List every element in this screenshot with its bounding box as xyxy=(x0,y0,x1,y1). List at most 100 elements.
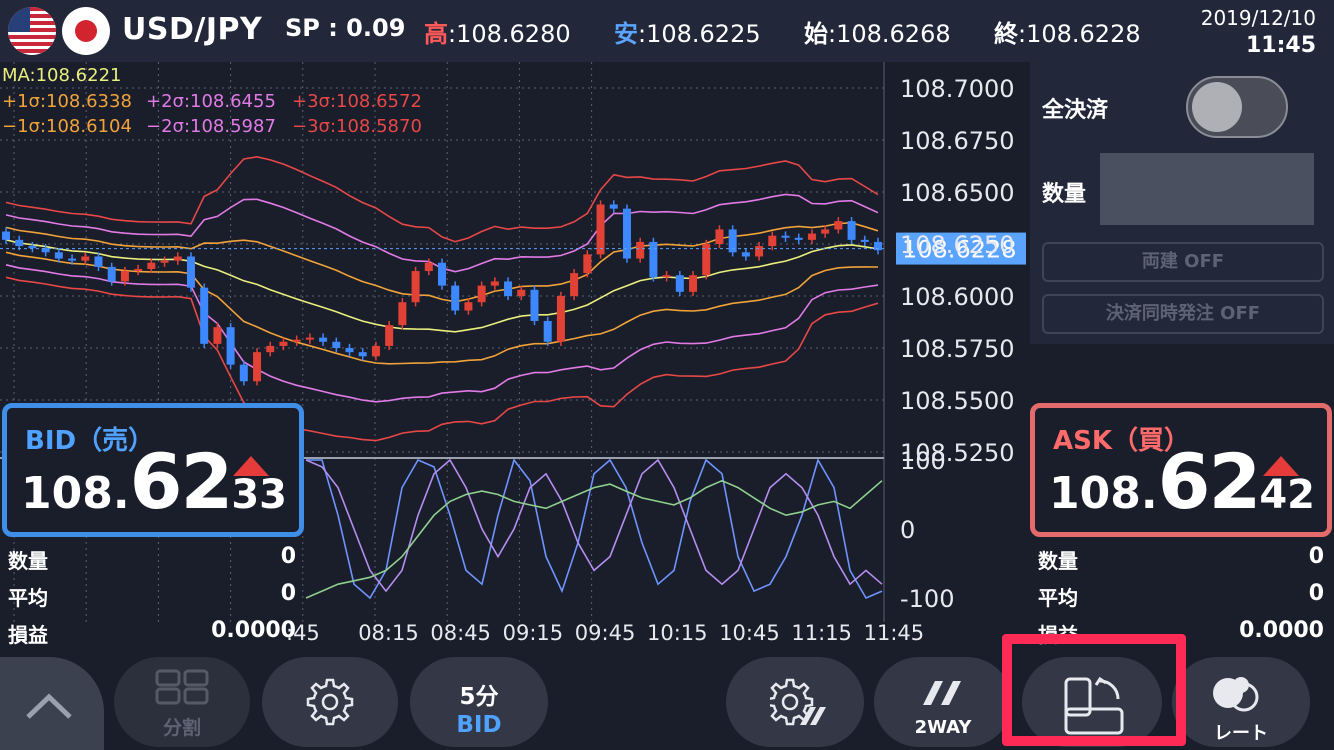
oscillator-line-2 xyxy=(305,458,883,593)
candle-body xyxy=(609,204,618,209)
candle-body xyxy=(186,256,195,288)
two-way-label: 2WAY xyxy=(914,717,972,738)
ask-price-pips: 62 xyxy=(1157,437,1262,526)
ask-price: 108.6242 xyxy=(1049,437,1315,526)
candle-body xyxy=(385,325,394,346)
chevron-up-icon xyxy=(26,693,72,719)
candle-body xyxy=(134,268,143,272)
sigma-plus2-label: +2σ:108.6455 xyxy=(146,91,276,112)
low-price: 安:108.6225 xyxy=(614,14,761,49)
candle-body xyxy=(451,285,460,311)
rate-icon xyxy=(1213,677,1259,712)
all-settle-label: 全決済 xyxy=(1042,98,1109,123)
candle-body xyxy=(160,260,169,263)
bid-pl-label: 損益 xyxy=(8,623,48,647)
japan-flag-icon xyxy=(62,7,110,55)
time: 11:45 xyxy=(1245,33,1316,58)
simultaneous-settle-off-button[interactable]: 決済同時発注 OFF xyxy=(1042,294,1324,334)
gear-slash-icon xyxy=(770,678,826,726)
candle-body xyxy=(860,239,869,242)
sigma-plus1-label: +1σ:108.6338 xyxy=(2,91,132,112)
two-way-button[interactable]: 2WAY xyxy=(874,657,1012,747)
date: 2019/12/10 xyxy=(1200,6,1316,30)
ask-avg-value: 0 xyxy=(1308,581,1324,606)
sigma-plus3-label: +3σ:108.6572 xyxy=(292,91,422,112)
ask-price-fraction: 42 xyxy=(1259,472,1315,518)
price-chart[interactable]: 108.6228 MA:108.6221 +1σ:108.6338 +2σ:10… xyxy=(0,62,1030,650)
bid-qty-label: 数量 xyxy=(8,549,48,573)
collapse-button[interactable] xyxy=(0,657,104,750)
candle-body xyxy=(358,352,367,357)
candle-body xyxy=(689,275,698,292)
chart-canvas[interactable]: 108.6228 MA:108.6221 +1σ:108.6338 +2σ:10… xyxy=(0,62,1030,650)
highlight-box xyxy=(1002,634,1186,746)
close-price: 終:108.6228 xyxy=(994,14,1141,49)
candle-body xyxy=(517,289,526,296)
sigma-minus3-label: −3σ:108.5870 xyxy=(292,116,422,137)
timeframe-label: 5分 xyxy=(459,684,499,710)
candle-body xyxy=(464,302,473,311)
candle-body xyxy=(794,237,803,240)
ask-buy-button[interactable]: ASK（買） 108.6242 xyxy=(1030,403,1332,537)
candle-body xyxy=(292,339,301,342)
candle-body xyxy=(332,341,341,348)
split-label: 分割 xyxy=(162,717,201,739)
open-value: :108.6268 xyxy=(828,20,951,48)
bid-price-prefix: 108. xyxy=(21,468,130,519)
bid-sell-button[interactable]: BID（売） 108.6233 xyxy=(2,403,304,537)
candle-body xyxy=(239,364,248,382)
x-tick-label: 08:45 xyxy=(430,621,491,645)
bid-qty-value: 0 xyxy=(280,544,296,569)
sigma-minus2-label: −2σ:108.5987 xyxy=(146,116,276,137)
datetime: 2019/12/10 11:45 xyxy=(1201,4,1316,60)
rate-button[interactable]: レート xyxy=(1172,657,1310,747)
x-tick-label: 10:45 xyxy=(719,621,780,645)
order-settings-panel: 全決済 数量 両建 OFF 決済同時発注 OFF xyxy=(1030,62,1334,344)
candle-body xyxy=(821,229,830,234)
candle-body xyxy=(530,289,539,321)
candle-body xyxy=(68,258,77,261)
candle-body xyxy=(438,262,446,286)
x-tick-label: 08:15 xyxy=(358,621,419,645)
spread-value: SP : 0.09 xyxy=(285,14,406,42)
candle-body xyxy=(755,246,764,257)
y-tick-label: 108.6750 xyxy=(900,127,1015,155)
ask-avg-label: 平均 xyxy=(1038,586,1078,610)
candle-body xyxy=(120,271,129,282)
candle-body xyxy=(279,341,288,346)
candle-body xyxy=(94,256,103,267)
two-way-icon xyxy=(923,681,961,705)
candle-body xyxy=(424,262,433,272)
candle-body xyxy=(847,221,856,240)
bid-price-pips: 62 xyxy=(129,437,234,526)
settings-button[interactable] xyxy=(262,657,398,747)
all-settle-toggle[interactable] xyxy=(1186,76,1288,138)
candle-body xyxy=(319,337,328,342)
candle-body xyxy=(398,302,407,326)
split-button[interactable]: 分割 xyxy=(114,657,250,747)
sigma-plus3-line xyxy=(5,155,879,243)
candle-body xyxy=(147,262,156,269)
candle-body xyxy=(662,275,671,278)
candle-body xyxy=(477,285,486,303)
quantity-label: 数量 xyxy=(1042,182,1087,207)
rate-label: レート xyxy=(1214,723,1268,744)
split-grid-icon xyxy=(155,669,209,705)
candle-body xyxy=(173,256,182,261)
currency-pair[interactable]: USD/JPY xyxy=(122,12,262,47)
candle-body xyxy=(675,275,684,292)
ryodate-off-button[interactable]: 両建 OFF xyxy=(1042,242,1324,282)
osc-tick-label: -100 xyxy=(900,585,954,613)
open-key: 始 xyxy=(804,20,828,48)
y-tick-label: 108.7000 xyxy=(900,75,1015,103)
candle-body xyxy=(411,271,420,303)
candle-body xyxy=(371,345,380,357)
chart-settings-button[interactable] xyxy=(726,657,864,747)
x-tick-label: 09:15 xyxy=(503,621,564,645)
timeframe-button[interactable]: 5分 BID xyxy=(410,657,548,747)
high-price: 高:108.6280 xyxy=(424,14,571,49)
low-key: 安 xyxy=(614,20,638,48)
price-type-label: BID xyxy=(456,712,502,738)
quantity-input[interactable] xyxy=(1100,153,1314,225)
ma-label: MA:108.6221 xyxy=(2,65,121,86)
